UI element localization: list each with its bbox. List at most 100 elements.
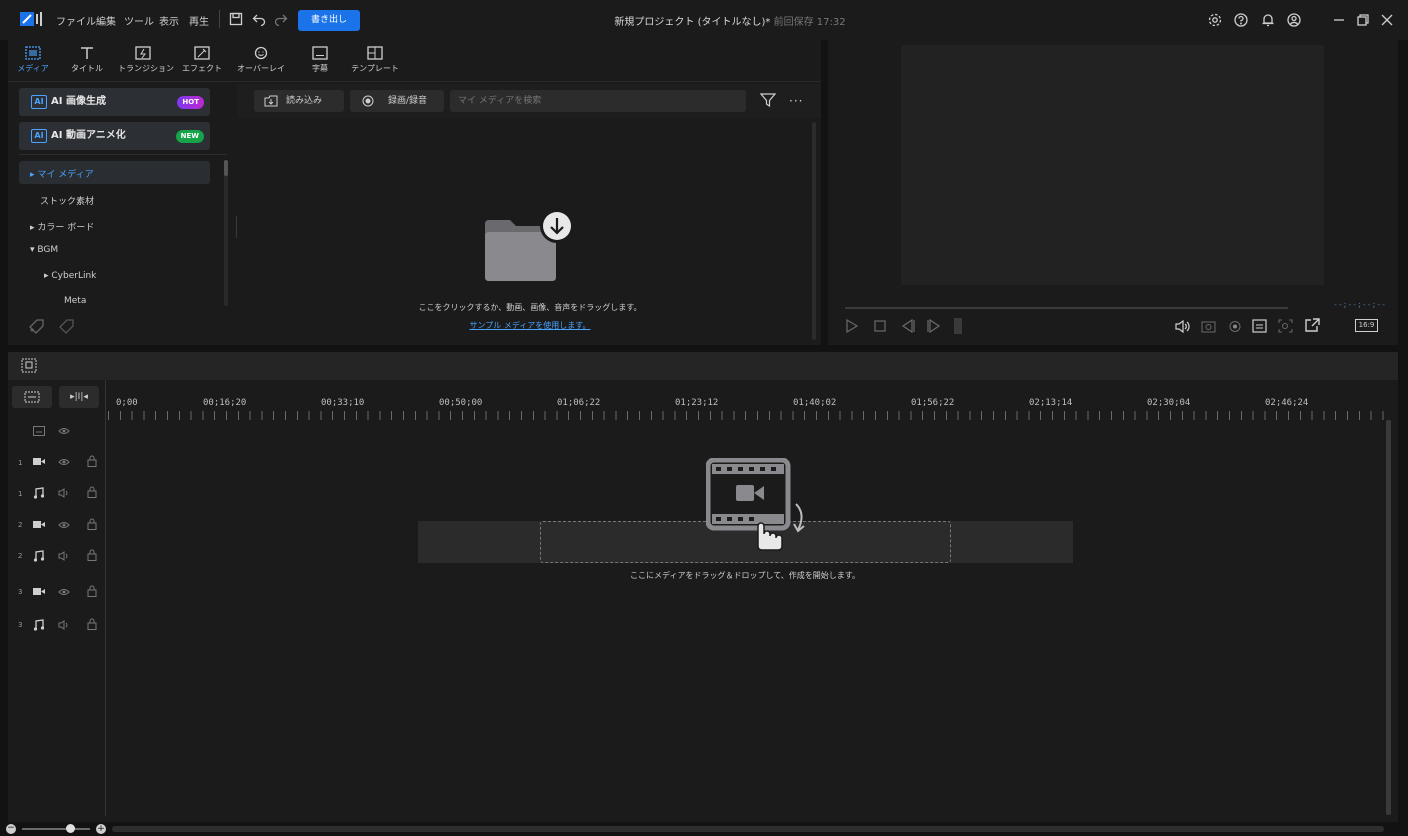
aspect-ratio-button[interactable]: 16:9 <box>1355 319 1378 332</box>
menu-file[interactable]: ファイル <box>56 13 96 28</box>
filter-icon[interactable] <box>760 93 776 108</box>
lock-icon[interactable] <box>87 549 97 561</box>
tick-label: 01;06;22 <box>557 398 601 408</box>
lock-icon[interactable] <box>87 518 97 530</box>
minimize-icon[interactable] <box>1332 13 1346 27</box>
tick-label: 02;13;14 <box>1029 398 1073 408</box>
track-number: 2 <box>18 521 23 529</box>
media-search-input[interactable] <box>450 90 746 112</box>
lock-icon[interactable] <box>87 585 97 597</box>
sidebar-item-cyberlink[interactable]: ▸ CyberLink <box>44 271 96 281</box>
app-logo-icon <box>20 12 44 26</box>
close-icon[interactable] <box>1380 13 1394 27</box>
redo-icon[interactable] <box>274 12 288 26</box>
tick-label: 01;23;12 <box>675 398 719 408</box>
add-tag-icon[interactable] <box>28 318 46 334</box>
menu-view[interactable]: 表示 <box>159 13 179 28</box>
menu-edit[interactable]: 編集 <box>96 13 116 28</box>
more-icon[interactable]: ··· <box>789 94 803 108</box>
import-folder-icon[interactable] <box>484 206 574 284</box>
tab-label: メディア <box>17 64 49 73</box>
zoom-preview-icon[interactable] <box>1278 319 1293 333</box>
tab-template[interactable]: テンプレート <box>350 46 400 74</box>
ai-icon: AI <box>31 95 47 109</box>
timeline-vertical-scrollbar[interactable] <box>1386 420 1391 815</box>
new-badge: NEW <box>175 130 204 143</box>
ai-image-label: AI 画像生成 <box>51 96 106 107</box>
sample-media-link[interactable]: サンプル メディアを使用します。 <box>400 320 660 331</box>
sidebar-scrollbar[interactable] <box>224 160 228 306</box>
eye-icon[interactable] <box>58 520 70 530</box>
speaker-icon[interactable] <box>58 620 71 630</box>
lock-icon[interactable] <box>87 618 97 630</box>
media-scrollbar[interactable] <box>812 122 816 340</box>
ai-anime-button[interactable]: AI AI 動画アニメ化 NEW <box>19 122 210 150</box>
tab-media[interactable]: メディア <box>8 46 58 74</box>
sidebar-item-meta[interactable]: Meta <box>64 296 86 306</box>
template-icon <box>367 46 383 60</box>
tab-overlay[interactable]: オーバーレイ <box>236 46 286 74</box>
timeline-horizontal-scrollbar[interactable] <box>112 826 1384 832</box>
track-number: 2 <box>18 552 23 560</box>
account-icon[interactable] <box>1287 13 1301 27</box>
effect-track-icon <box>33 426 45 436</box>
play-icon[interactable] <box>845 319 859 333</box>
tab-label: エフェクト <box>182 64 222 73</box>
sidebar-item-color-board[interactable]: ▸ カラー ボード <box>30 220 94 233</box>
sidebar-item-bgm[interactable]: ▾ BGM <box>30 245 58 255</box>
effect-icon <box>194 46 210 60</box>
fit-timeline-button[interactable] <box>12 386 52 408</box>
undo-icon[interactable] <box>252 12 266 26</box>
subtitle-toggle-icon[interactable] <box>1252 319 1267 333</box>
undock-preview-icon[interactable] <box>1304 318 1320 333</box>
menu-tools[interactable]: ツール <box>124 13 154 28</box>
speaker-icon[interactable] <box>58 488 71 498</box>
eye-icon[interactable] <box>58 457 70 467</box>
record-voice-icon[interactable] <box>1228 320 1243 333</box>
next-frame-icon[interactable] <box>926 319 942 333</box>
export-button[interactable]: 書き出し <box>298 10 360 31</box>
menu-play[interactable]: 再生 <box>189 13 209 28</box>
preview-seekbar[interactable] <box>845 307 1288 309</box>
save-icon[interactable] <box>229 12 243 26</box>
zoom-out-icon[interactable]: − <box>6 824 16 834</box>
import-button[interactable]: 読み込み <box>254 90 344 112</box>
lock-icon[interactable] <box>87 486 97 498</box>
record-icon <box>362 95 374 107</box>
tab-title[interactable]: タイトル <box>62 46 112 74</box>
timecode: --;--;--;-- <box>1333 300 1386 309</box>
playback-mode-button[interactable] <box>954 318 962 334</box>
lock-icon[interactable] <box>87 455 97 467</box>
stop-icon[interactable] <box>874 320 886 332</box>
zoom-slider-handle[interactable] <box>66 824 75 833</box>
ai-image-button[interactable]: AI AI 画像生成 HOT <box>19 88 210 116</box>
record-button[interactable]: 録画/録音 <box>350 90 444 112</box>
film-drop-icon <box>706 458 816 552</box>
zoom-slider[interactable] <box>22 828 90 830</box>
eye-icon[interactable] <box>58 426 70 436</box>
zoom-in-icon[interactable]: + <box>96 824 106 834</box>
tab-label: テンプレート <box>351 64 399 73</box>
volume-icon[interactable] <box>1175 320 1191 333</box>
previous-frame-icon[interactable] <box>900 319 916 333</box>
tab-label: タイトル <box>71 64 103 73</box>
bell-icon[interactable] <box>1261 13 1275 27</box>
snapshot-icon[interactable] <box>1201 320 1216 333</box>
settings-icon[interactable] <box>1208 13 1222 27</box>
tab-effect[interactable]: エフェクト <box>177 46 227 74</box>
hot-badge: HOT <box>177 96 204 109</box>
project-title: 新規プロジェクト (タイトルなし)* 前回保存 17:32 <box>560 13 900 28</box>
tab-subtitle[interactable]: 字幕 <box>295 46 345 74</box>
help-icon[interactable] <box>1234 13 1248 27</box>
remove-tag-icon[interactable] <box>58 318 76 334</box>
ai-icon: AI <box>31 129 47 143</box>
eye-icon[interactable] <box>58 587 70 597</box>
speaker-icon[interactable] <box>58 551 71 561</box>
sidebar-item-stock[interactable]: ストック素材 <box>40 194 94 207</box>
restore-icon[interactable] <box>1356 13 1370 27</box>
tab-label: 字幕 <box>312 64 328 73</box>
timeline-header-bar <box>8 352 1398 380</box>
tab-transition[interactable]: トランジション <box>118 46 174 74</box>
track-manager-icon[interactable] <box>21 358 37 373</box>
trim-button[interactable]: ▸|I|◂ <box>59 386 99 408</box>
